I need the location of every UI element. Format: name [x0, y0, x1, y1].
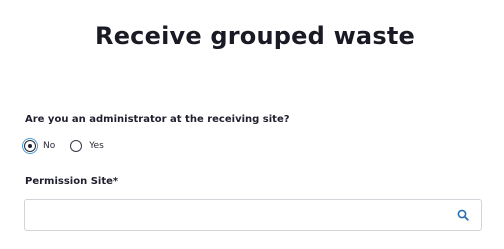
- administrator-question-label: Are you an administrator at the receivin…: [25, 114, 290, 125]
- permission-site-input[interactable]: [25, 200, 455, 230]
- permission-site-label: Permission Site*: [25, 176, 119, 187]
- search-icon[interactable]: [457, 209, 469, 221]
- radio-no-label: No: [43, 141, 56, 151]
- radio-yes-button[interactable]: [70, 140, 83, 152]
- radio-yes-label: Yes: [89, 141, 104, 151]
- page-title: Receive grouped waste: [95, 22, 415, 50]
- radio-option-no[interactable]: No: [24, 140, 55, 152]
- administrator-radio-group: No Yes: [24, 140, 119, 152]
- radio-option-yes[interactable]: Yes: [70, 140, 104, 152]
- radio-selected-dot: [28, 144, 32, 148]
- radio-no-button[interactable]: [24, 140, 36, 152]
- permission-site-field: [24, 199, 482, 231]
